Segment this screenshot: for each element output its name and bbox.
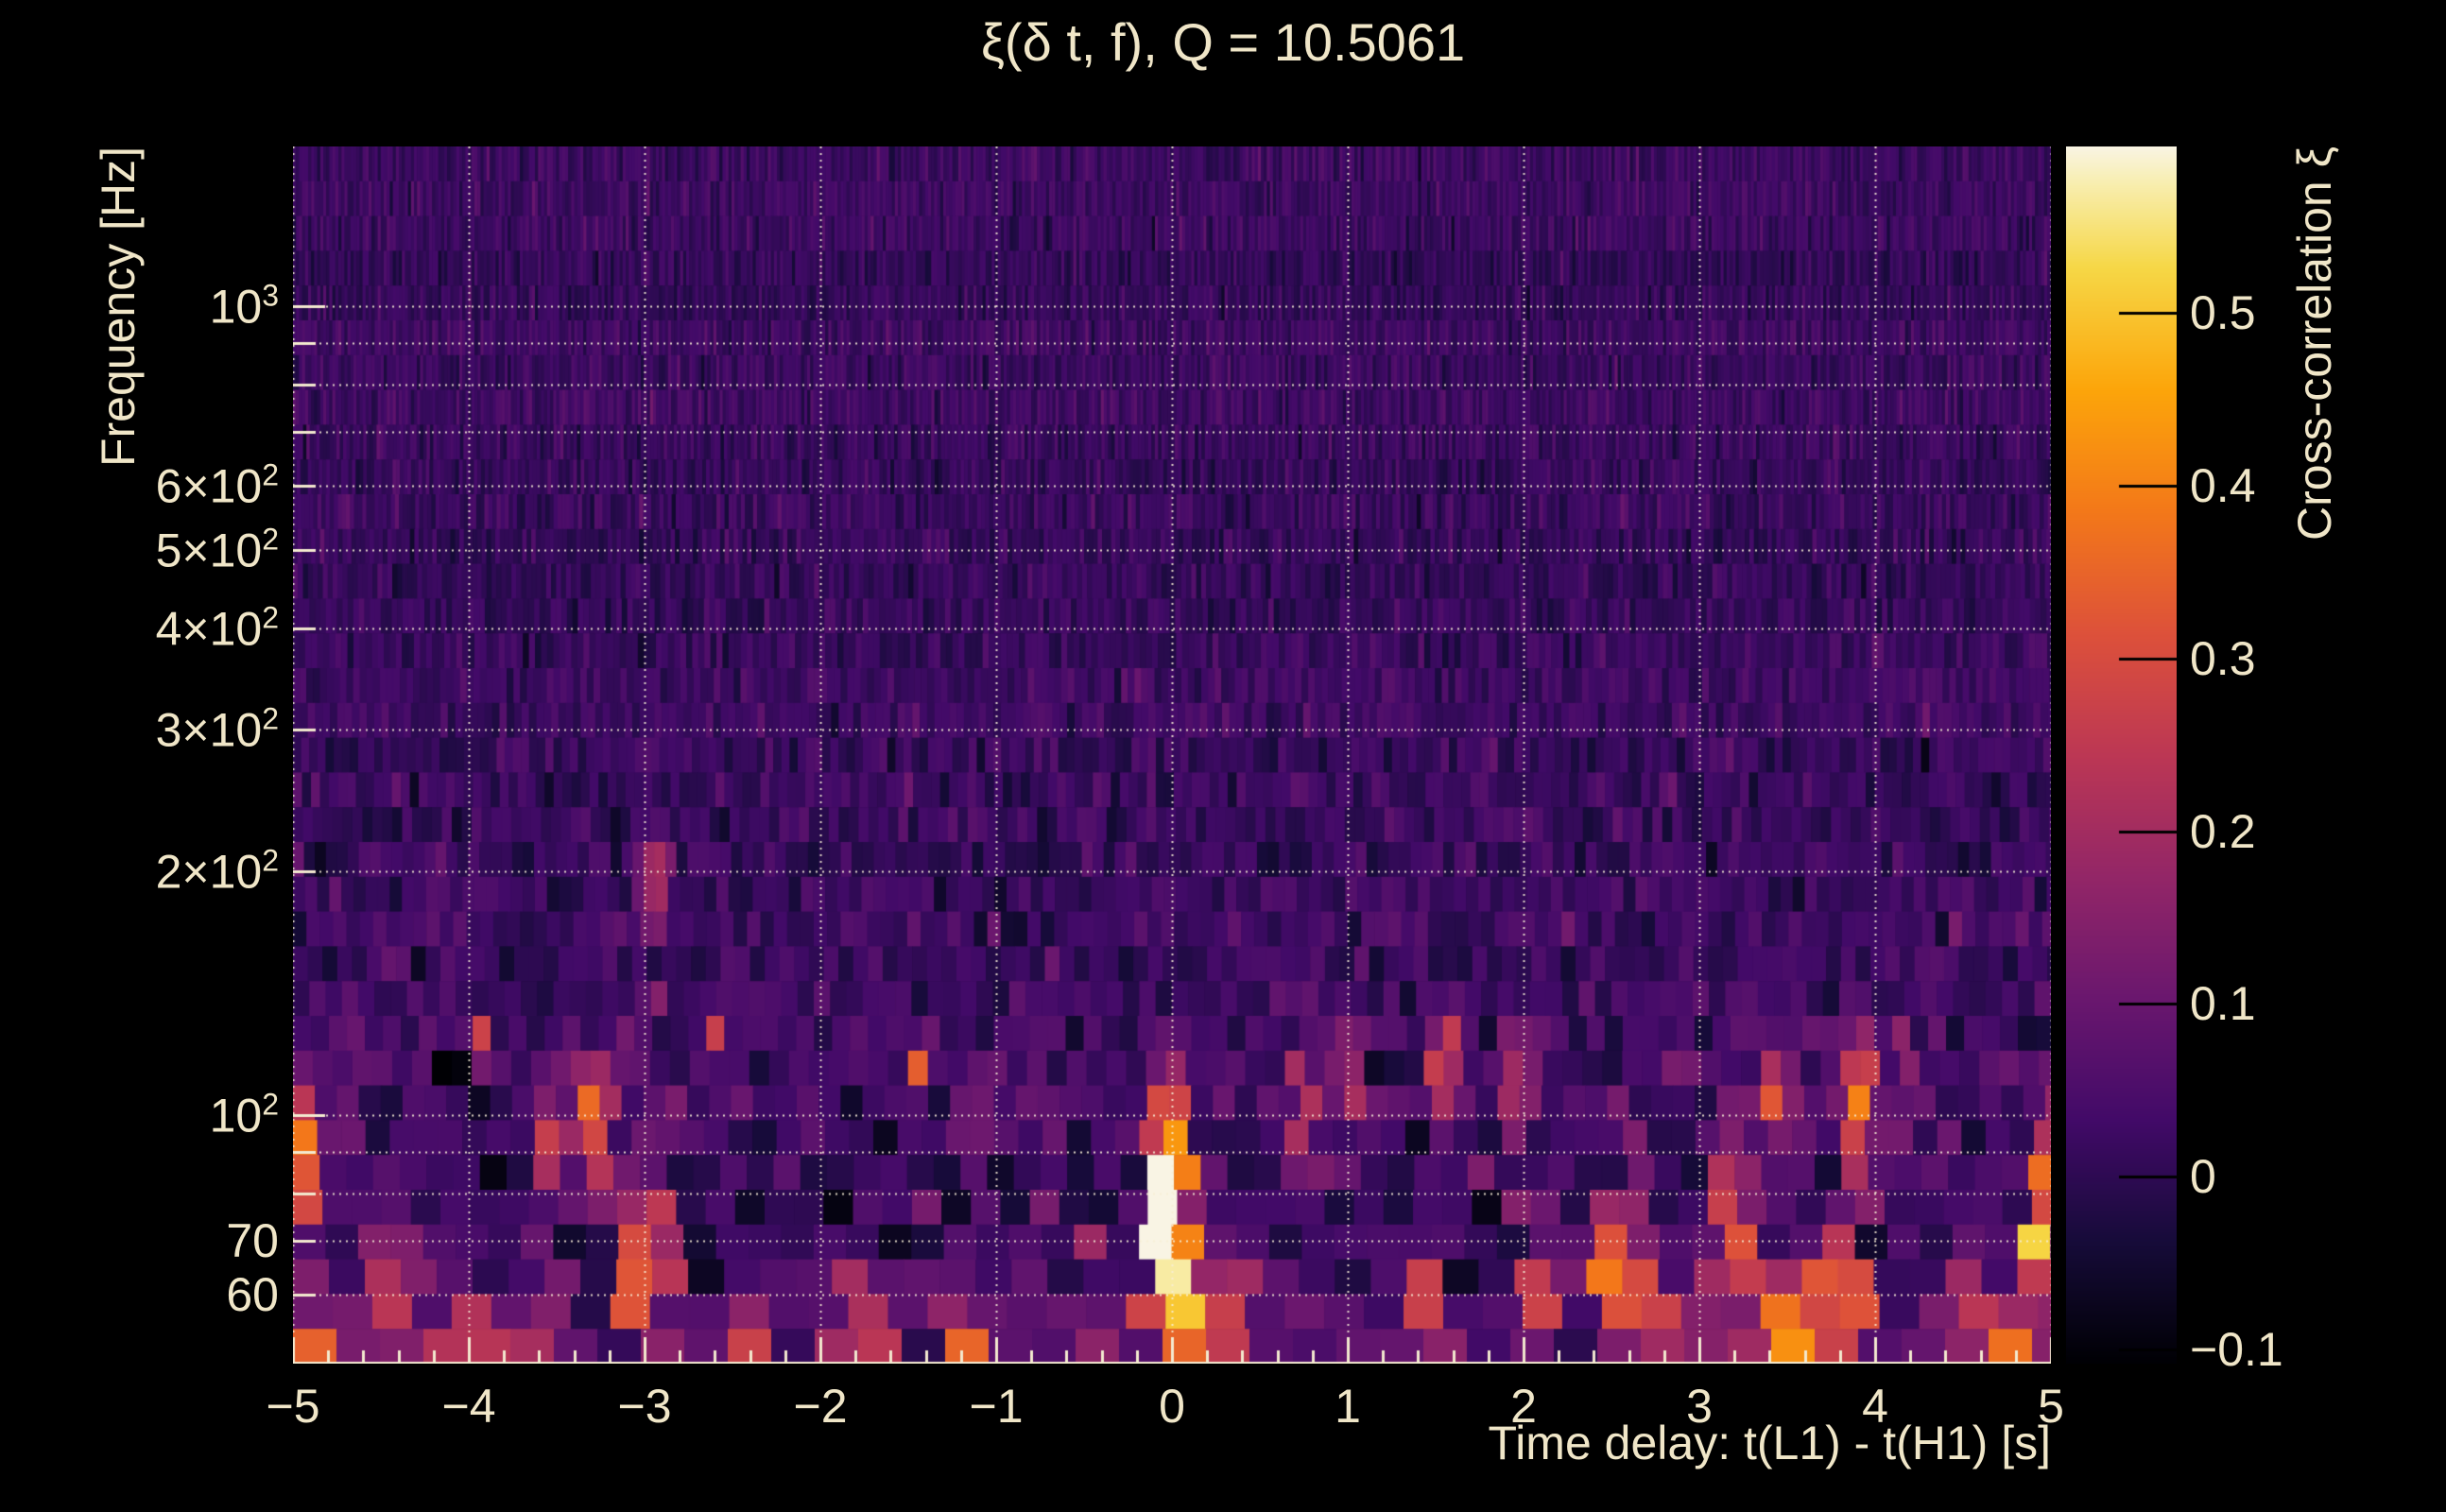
y-tick-label: 5×102 (156, 522, 279, 577)
x-tick-label: −5 (266, 1379, 319, 1434)
x-tick-label: 2 (1510, 1379, 1537, 1434)
x-tick-label: 1 (1335, 1379, 1361, 1434)
x-tick-label: −4 (441, 1379, 495, 1434)
y-axis-title: Frequency [Hz] (91, 146, 146, 467)
colorbar-title: Cross-correlation ξ (2287, 146, 2342, 541)
y-tick-label: 70 (226, 1213, 279, 1268)
x-axis-title: Time delay: t(L1) - t(H1) [s] (1489, 1416, 2051, 1470)
y-tick-label: 102 (210, 1088, 279, 1143)
y-tick-label: 3×102 (156, 701, 279, 757)
colorbar-tick-label: 0.3 (2190, 631, 2256, 686)
colorbar-tick-label: −0.1 (2190, 1322, 2283, 1377)
x-tick-label: −2 (793, 1379, 847, 1434)
x-tick-label: 4 (1862, 1379, 1888, 1434)
colorbar-gradient (2066, 146, 2177, 1364)
y-tick-label: 2×102 (156, 844, 279, 900)
x-tick-label: −3 (617, 1379, 671, 1434)
y-tick-label: 4×102 (156, 600, 279, 656)
colorbar-tick-label: 0.2 (2190, 804, 2256, 859)
colorbar-tick-label: 0.1 (2190, 976, 2256, 1031)
x-tick-label: −1 (969, 1379, 1023, 1434)
y-tick-label: 60 (226, 1267, 279, 1322)
y-tick-label: 103 (210, 279, 279, 335)
x-tick-label: 5 (2038, 1379, 2064, 1434)
colorbar-tick-label: 0.4 (2190, 458, 2256, 513)
y-tick-label: 6×102 (156, 458, 279, 514)
colorbar-tick-label: 0 (2190, 1149, 2216, 1204)
x-tick-label: 0 (1159, 1379, 1185, 1434)
x-tick-label: 3 (1686, 1379, 1713, 1434)
chart-title: ξ(δ t, f), Q = 10.5061 (0, 11, 2446, 73)
colorbar-tick-label: 0.5 (2190, 285, 2256, 340)
figure-canvas: ξ(δ t, f), Q = 10.5061 Frequency [Hz] Ti… (0, 0, 2446, 1512)
spectrogram-heatmap (293, 146, 2051, 1364)
